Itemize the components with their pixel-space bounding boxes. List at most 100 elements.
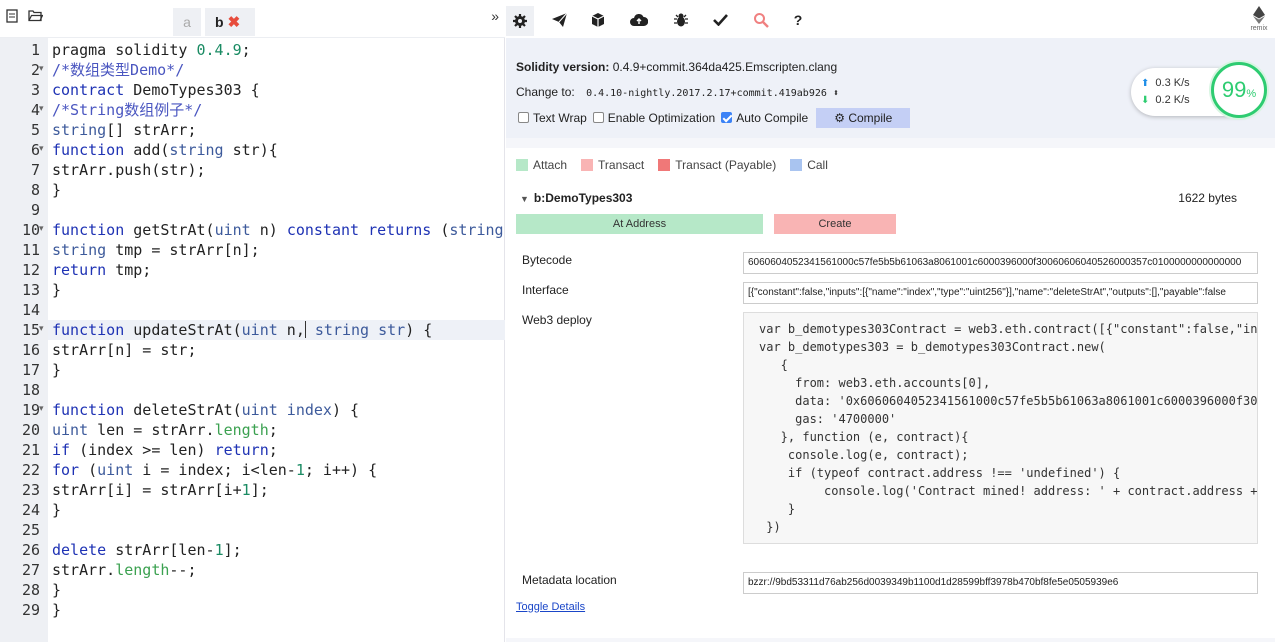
line-number: 2 (30, 61, 40, 79)
line-number: 19 (21, 401, 40, 419)
line-number: 24 (21, 501, 40, 519)
bug-icon[interactable] (670, 9, 692, 31)
tab-b-label: b (215, 14, 224, 30)
create-button[interactable]: Create (774, 214, 896, 234)
web3-line: gas: '4700000' (759, 412, 897, 426)
optimization-option[interactable]: Enable Optimization (592, 111, 715, 125)
tab-b[interactable]: b ✖ (205, 8, 255, 36)
tab-a-label: a (183, 14, 191, 30)
line-number: 5 (30, 121, 40, 139)
settings-gear-icon[interactable] (506, 6, 534, 36)
line-number: 12 (21, 261, 40, 279)
code-line-3: contract DemoTypes303 { (52, 81, 260, 99)
web3-line: var b_demotypes303 = b_demotypes303Contr… (759, 340, 1106, 354)
metadata-field[interactable]: bzzr://9bd53311d76ab256d0039349b1100d1d2… (743, 572, 1258, 594)
legend-transact: Transact (581, 158, 644, 172)
help-icon[interactable]: ? (787, 9, 809, 31)
web3-line: data: '0x6060604052341561000c57fe5b5b610… (759, 394, 1258, 408)
web3-deploy-code[interactable]: var b_demotypes303Contract = web3.eth.co… (743, 312, 1258, 544)
fold-marker-icon[interactable]: ▾ (39, 398, 48, 418)
code-line-21: if (index >= len) return; (52, 441, 278, 459)
fold-marker-icon[interactable]: ▾ (39, 138, 48, 158)
code-editor[interactable]: 1 2 3 4 5 6 7 8 9 10 11 12 13 14 15 16 17 18 19 20 21 22 23 24 2… (0, 38, 505, 642)
line-number: 29 (21, 601, 40, 619)
fold-marker-icon[interactable]: ▾ (39, 318, 48, 338)
line-number: 21 (21, 441, 40, 459)
solidity-file-icon[interactable] (4, 9, 20, 25)
optimization-checkbox[interactable] (592, 112, 604, 123)
code-line-8: } (52, 181, 62, 199)
code-line-4: /*String数组例子*/ (52, 101, 203, 119)
open-folder-icon[interactable] (27, 9, 43, 25)
line-number: 15 (21, 321, 40, 339)
line-number: 22 (21, 461, 40, 479)
search-icon[interactable] (750, 9, 772, 31)
line-number: 14 (21, 301, 40, 319)
auto-compile-checkbox[interactable] (721, 112, 733, 123)
code-line-7: strArr.push(str); (52, 161, 206, 179)
legend-call: Call (790, 158, 828, 172)
code-line-12: return tmp; (52, 261, 152, 279)
check-icon[interactable] (709, 9, 731, 31)
score-gauge[interactable]: 99% (1211, 62, 1267, 118)
send-run-icon[interactable] (548, 9, 570, 31)
line-number: 26 (21, 541, 40, 559)
code-line-13: } (52, 281, 62, 299)
collapse-triangle-icon[interactable]: ▼ (520, 194, 529, 204)
upload-speed: ⬆ 0.3 K/s (1141, 77, 1190, 89)
close-tab-icon[interactable]: ✖ (228, 14, 241, 31)
line-number: 1 (30, 41, 40, 59)
line-number: 9 (30, 201, 40, 219)
version-select[interactable]: 0.4.10-nightly.2017.2.17+commit.419ab926… (586, 88, 839, 99)
code-line-19: function deleteStrAt(uint index) { (52, 401, 360, 419)
line-number: 28 (21, 581, 40, 599)
line-number: 20 (21, 421, 40, 439)
code-line-29: } (52, 601, 62, 619)
line-number: 3 (30, 81, 40, 99)
web3-line: var b_demotypes303Contract = web3.eth.co… (759, 322, 1258, 336)
auto-compile-option[interactable]: Auto Compile (721, 111, 808, 125)
line-number: 23 (21, 481, 40, 499)
compile-section: Solidity version: 0.4.9+commit.364da425.… (506, 38, 1275, 138)
collapse-panel-icon[interactable]: » (491, 8, 499, 24)
legend-transact-payable: Transact (Payable) (658, 158, 776, 172)
line-number: 8 (30, 181, 40, 199)
editor-tabbar: a b ✖ » (0, 0, 505, 38)
text-wrap-option[interactable]: Text Wrap (518, 111, 587, 125)
solidity-version: Solidity version: 0.4.9+commit.364da425.… (516, 60, 838, 74)
tool-tabbar: ? remix (506, 0, 1275, 38)
code-line-28: } (52, 581, 62, 599)
gear-icon: ⚙ (834, 111, 845, 125)
code-line-2: /*数组类型Demo*/ (52, 61, 185, 79)
interface-label: Interface (522, 283, 569, 297)
cube-icon[interactable] (587, 9, 609, 31)
web3-line: console.log('Contract mined! address: ' … (759, 484, 1258, 498)
toggle-details-link[interactable]: Toggle Details (516, 601, 585, 613)
fold-marker-icon[interactable]: ▾ (39, 98, 48, 118)
at-address-button[interactable]: At Address (516, 214, 763, 234)
code-line-26: delete strArr[len-1]; (52, 541, 242, 559)
fold-marker-icon[interactable]: ▾ (39, 218, 48, 238)
web3-line: }, function (e, contract){ (759, 430, 969, 444)
legend-attach: Attach (516, 158, 567, 172)
web3-line: if (typeof contract.address !== 'undefin… (759, 466, 1121, 480)
compile-button[interactable]: ⚙ Compile (816, 108, 911, 128)
bytecode-field[interactable]: 6060604052341561000c57fe5b5b61063a806100… (743, 252, 1258, 274)
code-line-15: function updateStrAt(uint n, string str)… (52, 321, 433, 339)
code-line-11: string tmp = strArr[n]; (52, 241, 260, 259)
code-line-16: strArr[n] = str; (52, 341, 197, 359)
cloud-upload-icon[interactable] (628, 9, 650, 31)
contract-title[interactable]: ▼ b:DemoTypes303 (520, 191, 632, 205)
line-number: 25 (21, 521, 40, 539)
tab-a[interactable]: a (173, 8, 201, 36)
text-wrap-checkbox[interactable] (518, 112, 529, 123)
code-line-23: strArr[i] = strArr[i+1]; (52, 481, 269, 499)
interface-field[interactable]: [{"constant":false,"inputs":[{"name":"in… (743, 282, 1258, 304)
code-line-5: string[] strArr; (52, 121, 197, 139)
remix-label: remix (1250, 25, 1268, 32)
web3-line: } (759, 502, 796, 516)
web3-line: }) (759, 520, 781, 534)
arrow-down-icon: ⬇ (1141, 95, 1150, 106)
contract-section: Attach Transact Transact (Payable) Call … (506, 148, 1275, 638)
fold-marker-icon[interactable]: ▾ (39, 58, 48, 78)
